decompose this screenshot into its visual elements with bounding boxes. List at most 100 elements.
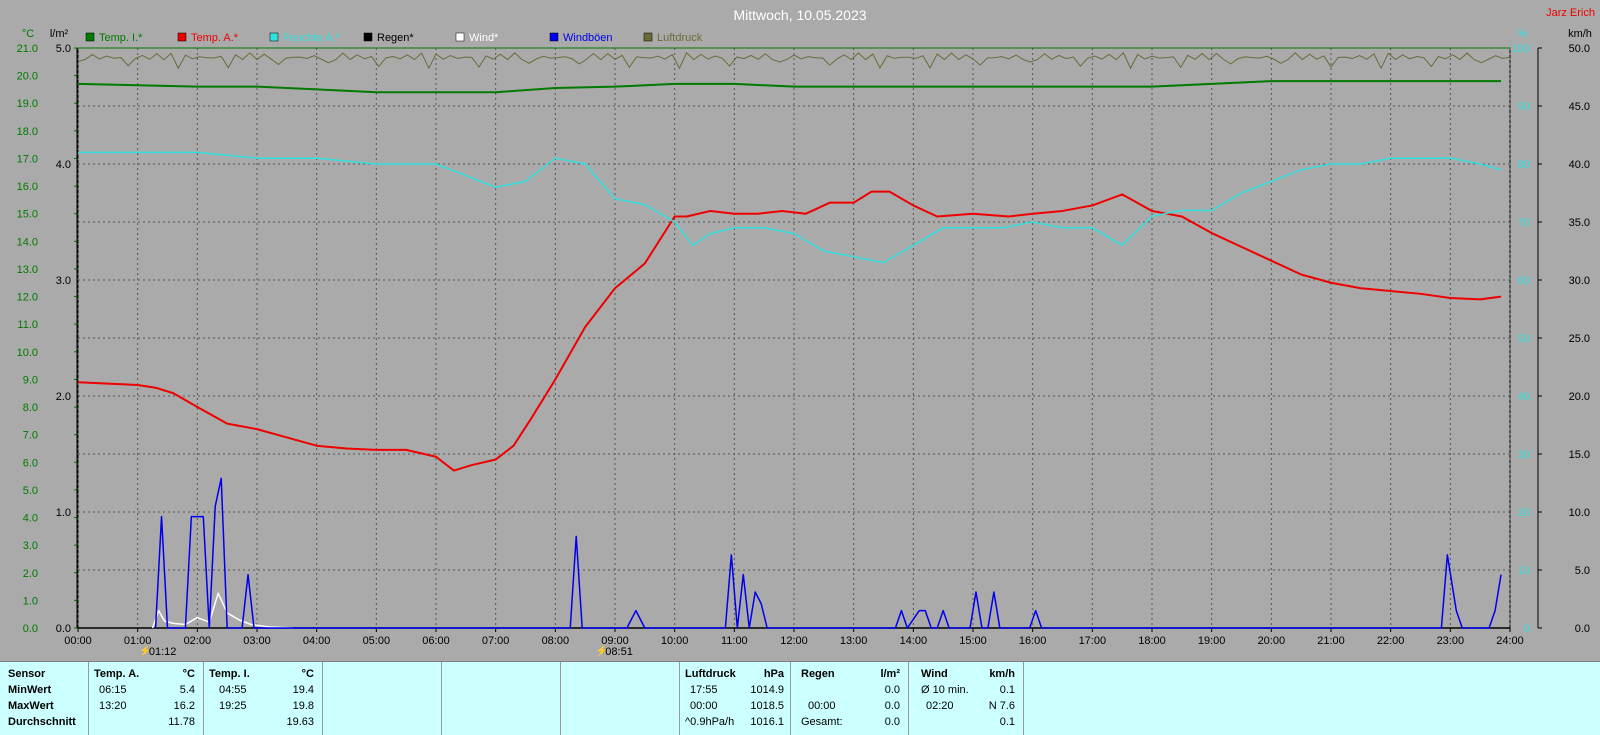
wind-tick-label: 40.0	[1569, 159, 1590, 171]
x-tick-label: 08:00	[542, 635, 570, 647]
empty-column-1	[323, 662, 442, 735]
x-tick-label: 22:00	[1377, 635, 1405, 647]
temp-tick-label: 2.0	[23, 568, 38, 580]
wind-tick-label: 5.0	[1575, 565, 1590, 577]
temp-tick-label: 12.0	[17, 292, 38, 304]
temp-tick-label: 19.0	[17, 98, 38, 110]
rain-tick-label: 0.0	[56, 623, 71, 635]
wind-header: Wind	[921, 668, 948, 680]
temp-i-column: Temp. I. °C 04:55 19.4 19:25 19.8 19.63	[204, 662, 323, 735]
legend-swatch	[85, 32, 95, 42]
temp-i-max-value: 19.8	[292, 700, 314, 712]
temp-i-header: Temp. I.	[209, 668, 250, 680]
wind-avg-label: Ø 10 min.	[921, 684, 969, 696]
x-tick-label: 03:00	[243, 635, 271, 647]
x-tick-label: 20:00	[1258, 635, 1286, 647]
legend-label: Windböen	[563, 32, 613, 44]
pressure-unit: hPa	[763, 668, 784, 680]
rain-unit: l/m²	[880, 668, 900, 680]
temp-tick-label: 3.0	[23, 540, 38, 552]
summary-panel: Sensor MinWert MaxWert Durchschnitt Temp…	[0, 661, 1600, 735]
temp-tick-label: 9.0	[23, 374, 38, 386]
humidity-tick-label: 100	[1512, 43, 1530, 55]
x-tick-label: 18:00	[1138, 635, 1166, 647]
legend-label: Temp. I.*	[99, 32, 143, 44]
rain-min-value: 0.0	[884, 684, 900, 696]
pressure-min-value: 1014.9	[750, 684, 784, 696]
wind-max-time: 02:20	[926, 700, 954, 712]
humidity-axis-unit: %	[1517, 28, 1527, 40]
x-tick-label: 24:00	[1496, 635, 1524, 647]
pressure-average: 1016.1	[750, 716, 784, 728]
x-tick-label: 06:00	[422, 635, 450, 647]
temp-a-average: 11.78	[168, 716, 195, 728]
x-tick-label: 02:00	[184, 635, 212, 647]
wind-column: Wind km/h Ø 10 min. 0.1 02:20 N 7.6 0.1	[909, 662, 1024, 735]
humidity-tick-label: 50	[1518, 333, 1530, 345]
pressure-header: Luftdruck	[685, 668, 736, 680]
legend-swatch	[643, 32, 653, 42]
rain-max-time: 00:00	[808, 700, 836, 712]
x-tick-label: 15:00	[959, 635, 987, 647]
x-tick-label: 14:00	[900, 635, 928, 647]
temp-tick-label: 16.0	[17, 181, 38, 193]
temp-i-average: 19.63	[286, 716, 314, 728]
wind-tick-label: 25.0	[1569, 333, 1590, 345]
chart-grid	[77, 47, 1511, 629]
temp-tick-label: 0.0	[23, 623, 38, 635]
weather-chart: Mittwoch, 10.05.2023 Jarz Erich Temp. I.…	[0, 0, 1600, 660]
wind-axis-unit: km/h	[1568, 28, 1592, 40]
temp-axis-unit: °C	[22, 28, 34, 40]
humidity-tick-label: 80	[1518, 159, 1530, 171]
legend-label: Wind*	[469, 32, 499, 44]
humidity-tick-label: 60	[1518, 275, 1530, 287]
temp-i-min-value: 19.4	[292, 684, 314, 696]
humidity-tick-label: 40	[1518, 391, 1530, 403]
pressure-max-value: 1018.5	[750, 700, 784, 712]
pressure-min-time: 17:55	[690, 684, 718, 696]
x-tick-label: 21:00	[1317, 635, 1345, 647]
humidity-tick-label: 10	[1518, 565, 1530, 577]
rain-max-value: 0.0	[884, 700, 900, 712]
x-tick-label: 04:00	[303, 635, 331, 647]
temp-a-column: Temp. A. °C 06:15 5.4 13:20 16.2 11.78	[89, 662, 204, 735]
wind-min-value: 0.1	[999, 684, 1015, 696]
wind-tick-label: 10.0	[1569, 507, 1590, 519]
temp-tick-label: 5.0	[23, 485, 38, 497]
rain-column: Regen l/m² 00:00 0.0 0.0 Gesamt: 0.0	[791, 662, 909, 735]
legend-swatch	[455, 32, 465, 42]
temp-a-max-time: 13:20	[99, 700, 127, 712]
chart-title: Mittwoch, 10.05.2023	[733, 7, 866, 23]
temp-tick-label: 7.0	[23, 430, 38, 442]
temp-tick-label: 21.0	[17, 43, 38, 55]
x-tick-label: 13:00	[840, 635, 868, 647]
legend-label: Feuchte A.*	[283, 32, 341, 44]
temp-i-unit: °C	[301, 668, 314, 680]
temp-tick-label: 20.0	[17, 71, 38, 83]
x-tick-label: 17:00	[1079, 635, 1107, 647]
avg-label: Durchschnitt	[8, 716, 76, 728]
x-tick-label: 00:00	[64, 635, 92, 647]
wind-max-value: N 7.6	[988, 700, 1015, 712]
wind-tick-label: 45.0	[1569, 101, 1590, 113]
humidity-tick-label: 70	[1518, 217, 1530, 229]
wind-tick-label: 30.0	[1569, 275, 1590, 287]
temp-a-min-value: 5.4	[179, 684, 195, 696]
temp-tick-label: 11.0	[17, 319, 38, 331]
legend-swatch	[177, 32, 187, 42]
legend-swatch	[269, 32, 279, 42]
temp-a-max-value: 16.2	[173, 700, 195, 712]
temp-tick-label: 8.0	[23, 402, 38, 414]
legend-label: Temp. A.*	[191, 32, 239, 44]
min-label: MinWert	[8, 684, 52, 696]
rain-tick-label: 4.0	[56, 159, 71, 171]
humidity-tick-label: 90	[1518, 101, 1530, 113]
empty-column-2	[442, 662, 561, 735]
wind-unit: km/h	[989, 668, 1015, 680]
temp-tick-label: 13.0	[17, 264, 38, 276]
wind-tick-label: 50.0	[1569, 43, 1590, 55]
legend-swatch	[363, 32, 373, 42]
author-label: Jarz Erich	[1546, 7, 1595, 19]
legend-label: Luftdruck	[657, 32, 703, 44]
temp-tick-label: 4.0	[23, 513, 38, 525]
